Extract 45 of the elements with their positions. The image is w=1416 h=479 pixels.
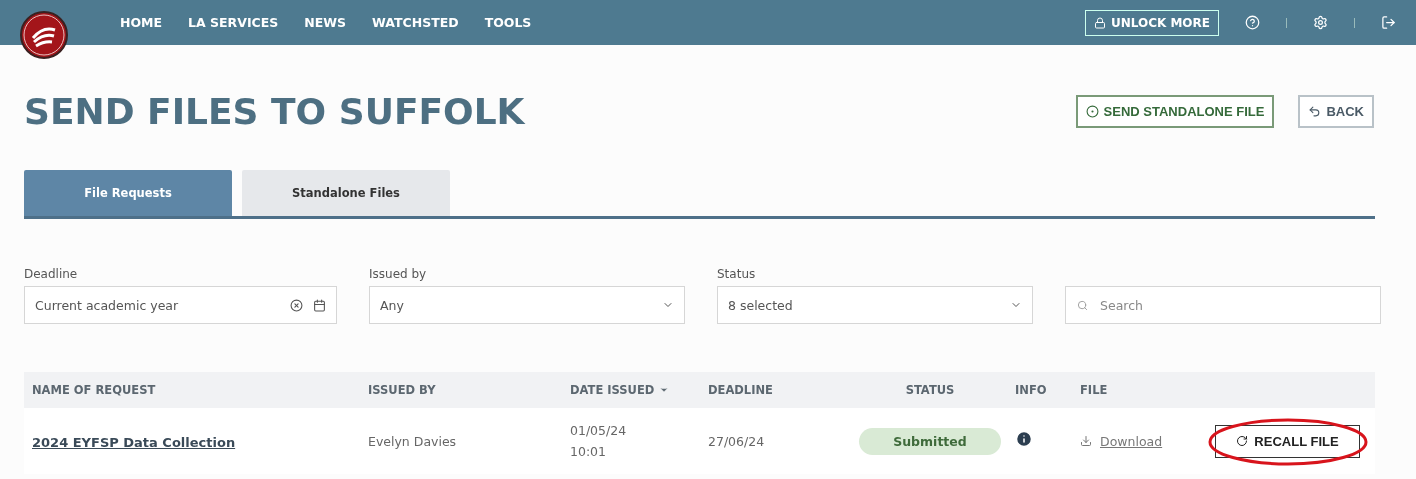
search-field[interactable]: Search [1065,286,1381,324]
nav-link[interactable]: LA SERVICES [188,15,279,30]
filter-label: Issued by [369,267,428,281]
nav-link[interactable]: WATCHSTED [372,15,459,30]
download-link[interactable]: Download [1080,433,1200,449]
nav-link[interactable]: NEWS [304,15,347,30]
column-header[interactable]: FILE [1080,383,1200,397]
tab[interactable]: Standalone Files [242,170,450,216]
filter-label: Status [717,267,757,281]
help-icon[interactable] [1245,15,1260,30]
column-header[interactable]: DATE ISSUED [570,383,708,397]
download-icon [1080,435,1092,447]
date-field[interactable]: Current academic year [24,286,337,324]
send-file-button[interactable]: SEND STANDALONE FILE [1075,95,1275,128]
settings-icon[interactable] [1313,15,1328,30]
dropdown[interactable]: Any [369,286,685,324]
column-header[interactable]: INFO [1015,383,1080,397]
back-arrow-icon [1308,105,1322,118]
column-header[interactable]: DEADLINE [708,383,845,397]
column-header[interactable]: STATUS [845,383,1015,397]
column-header[interactable]: ISSUED BY [368,383,570,397]
status-badge: Submitted [859,427,1001,455]
info-icon[interactable] [1015,430,1033,448]
recall-file-button[interactable]: RECALL FILE [1215,424,1360,458]
table-cell-text: 01/05/24 [570,423,628,438]
page-title: SEND FILES TO SUFFOLK [24,91,525,132]
nav-link[interactable]: TOOLS [484,15,532,30]
filter-label: Deadline [24,267,79,281]
circle-dot-icon [1085,105,1099,118]
nav-link[interactable]: HOME [120,15,163,30]
request-link[interactable]: 2024 EYFSP Data Collection [32,434,236,450]
column-header[interactable]: NAME OF REQUEST [32,383,368,397]
lock-icon [1093,16,1106,29]
logout-icon[interactable] [1381,15,1396,30]
search-icon [1077,300,1088,311]
calendar-icon[interactable] [313,298,326,312]
tab[interactable]: File Requests [24,170,232,216]
table-cell-text: 10:01 [570,444,608,459]
unlock-more-button[interactable]: UNLOCK MORE [1084,9,1219,36]
table-cell-text: 27/06/24 [708,433,766,449]
table-cell-text: Evelyn Davies [368,433,458,449]
back-button[interactable]: BACK [1298,95,1374,128]
clear-icon[interactable] [290,298,303,312]
refresh-icon [1236,435,1249,447]
dropdown[interactable]: 8 selected [717,286,1033,324]
